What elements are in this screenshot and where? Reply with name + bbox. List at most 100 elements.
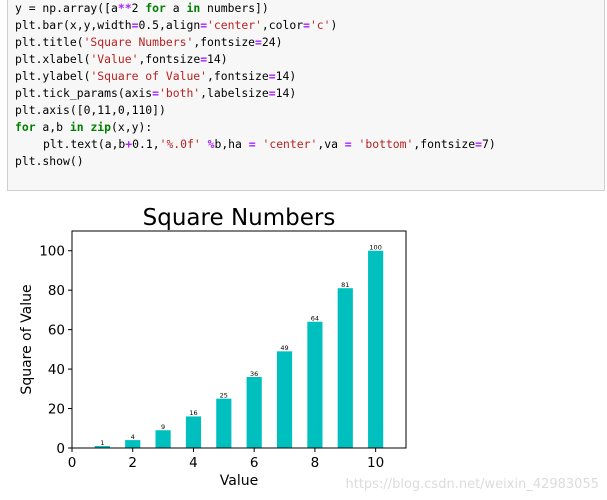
code-token: 'bottom' xyxy=(358,137,414,151)
code-token: ,fontsize xyxy=(413,137,476,151)
x-tick-label: 10 xyxy=(367,455,384,471)
code-token: 14) xyxy=(275,86,297,100)
bar xyxy=(337,288,353,448)
y-axis-label: Square of Value xyxy=(19,284,35,394)
code-token: in xyxy=(186,1,201,15)
code-line: for a,b in zip(x,y): xyxy=(15,119,604,136)
y-tick-label: 100 xyxy=(39,244,65,260)
code-token: plt.title( xyxy=(15,35,84,49)
code-token: plt.text(a,b xyxy=(43,137,126,151)
x-axis-label: Value xyxy=(220,473,258,489)
code-token: ** xyxy=(117,1,132,15)
code-token: plt.show() xyxy=(15,154,84,168)
code-token: (x,y): xyxy=(111,120,153,134)
code-token: 14) xyxy=(275,69,297,83)
code-token: for xyxy=(15,120,36,134)
chart-title: Square Numbers xyxy=(143,205,336,231)
code-token: y = np.array([a xyxy=(15,1,118,15)
code-token: = xyxy=(268,86,276,100)
code-token: plt.axis([0,11,0,110]) xyxy=(15,103,166,117)
code-token: 0.1, xyxy=(132,137,160,151)
code-line: plt.title('Square Numbers',fontsize=24) xyxy=(15,34,604,51)
code-token: plt.xlabel( xyxy=(15,52,91,66)
code-token: ,va xyxy=(317,137,345,151)
bar-value-label: 25 xyxy=(220,391,228,399)
code-token: = xyxy=(344,137,352,151)
x-tick-label: 4 xyxy=(189,455,198,471)
code-token: 'Value' xyxy=(90,52,139,66)
code-token: 'Square of Value' xyxy=(90,69,208,83)
bar xyxy=(216,398,232,448)
code-token: 7) xyxy=(481,137,496,151)
code-token: plt.ylabel( xyxy=(15,69,91,83)
y-tick-label: 0 xyxy=(56,441,65,457)
code-line: plt.xlabel('Value',fontsize=14) xyxy=(15,51,604,68)
code-token: 'both' xyxy=(159,86,201,100)
code-token: = xyxy=(303,18,310,32)
code-token: ) xyxy=(330,18,338,32)
code-line: plt.tick_params(axis='both',labelsize=14… xyxy=(15,85,604,102)
bar xyxy=(125,440,141,448)
code-token: 'Square Numbers' xyxy=(83,35,194,49)
bar xyxy=(307,321,323,448)
code-token: 0.5,align xyxy=(138,18,201,32)
code-token: ,color xyxy=(261,18,304,32)
bar-value-label: 100 xyxy=(369,244,381,252)
bar-value-label: 16 xyxy=(189,409,197,417)
code-token: ,fontsize xyxy=(207,69,269,83)
code-token: for xyxy=(145,1,166,15)
code-token: = xyxy=(475,137,482,151)
y-tick-label: 40 xyxy=(48,362,65,378)
y-tick-label: 60 xyxy=(48,323,65,339)
code-token: plt.bar(x,y,width xyxy=(15,18,132,32)
code-token: ,fontsize xyxy=(193,35,256,49)
code-cell[interactable]: y = np.array([a**2 for a in numbers]) plt… xyxy=(7,0,605,191)
bar-value-label: 64 xyxy=(311,315,319,323)
code-token: ,labelsize xyxy=(200,86,269,100)
code-line: plt.text(a,b+0.1,'%.0f' %b,ha = 'center'… xyxy=(15,136,604,153)
code-token: 2 xyxy=(131,1,146,15)
code-token: 24) xyxy=(261,35,283,49)
bar-value-label: 4 xyxy=(131,433,135,441)
x-tick-label: 0 xyxy=(68,455,77,471)
code-token: '%.0f' xyxy=(159,137,201,151)
code-token: a,b xyxy=(35,120,70,134)
bar xyxy=(246,376,262,448)
bar-value-label: 36 xyxy=(250,370,258,378)
code-token: 'center' xyxy=(207,18,262,32)
x-tick-label: 6 xyxy=(250,455,259,471)
bar-chart: Square Numbers1491625364964811000 2 4 6 8 100… xyxy=(19,205,407,489)
code-token: 'c' xyxy=(309,18,331,32)
y-tick-label: 80 xyxy=(48,283,65,299)
code-line: plt.bar(x,y,width=0.5,align='center',col… xyxy=(15,17,604,34)
code-token: = xyxy=(248,137,256,151)
code-token: a xyxy=(165,1,187,15)
code-token: b,ha xyxy=(214,137,249,151)
bar-value-label: 81 xyxy=(341,281,349,289)
bar-value-label: 49 xyxy=(280,344,288,352)
y-tick-label: 20 xyxy=(48,402,65,418)
code-token: numbers]) xyxy=(200,1,269,15)
plot-frame xyxy=(71,230,407,449)
code-token: plt.tick_params(axis xyxy=(15,86,153,100)
bar-value-label: 9 xyxy=(161,423,165,431)
code-line: plt.axis([0,11,0,110]) xyxy=(15,102,604,119)
bar xyxy=(185,416,202,448)
code-token: zip xyxy=(90,120,112,134)
code-token: = xyxy=(152,86,160,100)
bar xyxy=(155,430,171,448)
watermark: https://blog.csdn.net/weixin_42983055 xyxy=(345,477,599,492)
code-token: ,fontsize xyxy=(138,52,201,66)
x-tick-label: 8 xyxy=(311,455,320,471)
code-line: plt.ylabel('Square of Value',fontsize=14… xyxy=(15,68,604,85)
code-token: = xyxy=(268,69,276,83)
code-token: in xyxy=(69,120,84,134)
bar-value-label: 1 xyxy=(100,439,104,447)
code-token: 'center' xyxy=(262,137,318,151)
code-editor[interactable]: y = np.array([a**2 for a in numbers]) plt… xyxy=(8,0,604,170)
code-token: = xyxy=(255,35,262,49)
bar xyxy=(276,351,293,448)
code-line: plt.show() xyxy=(15,153,604,170)
